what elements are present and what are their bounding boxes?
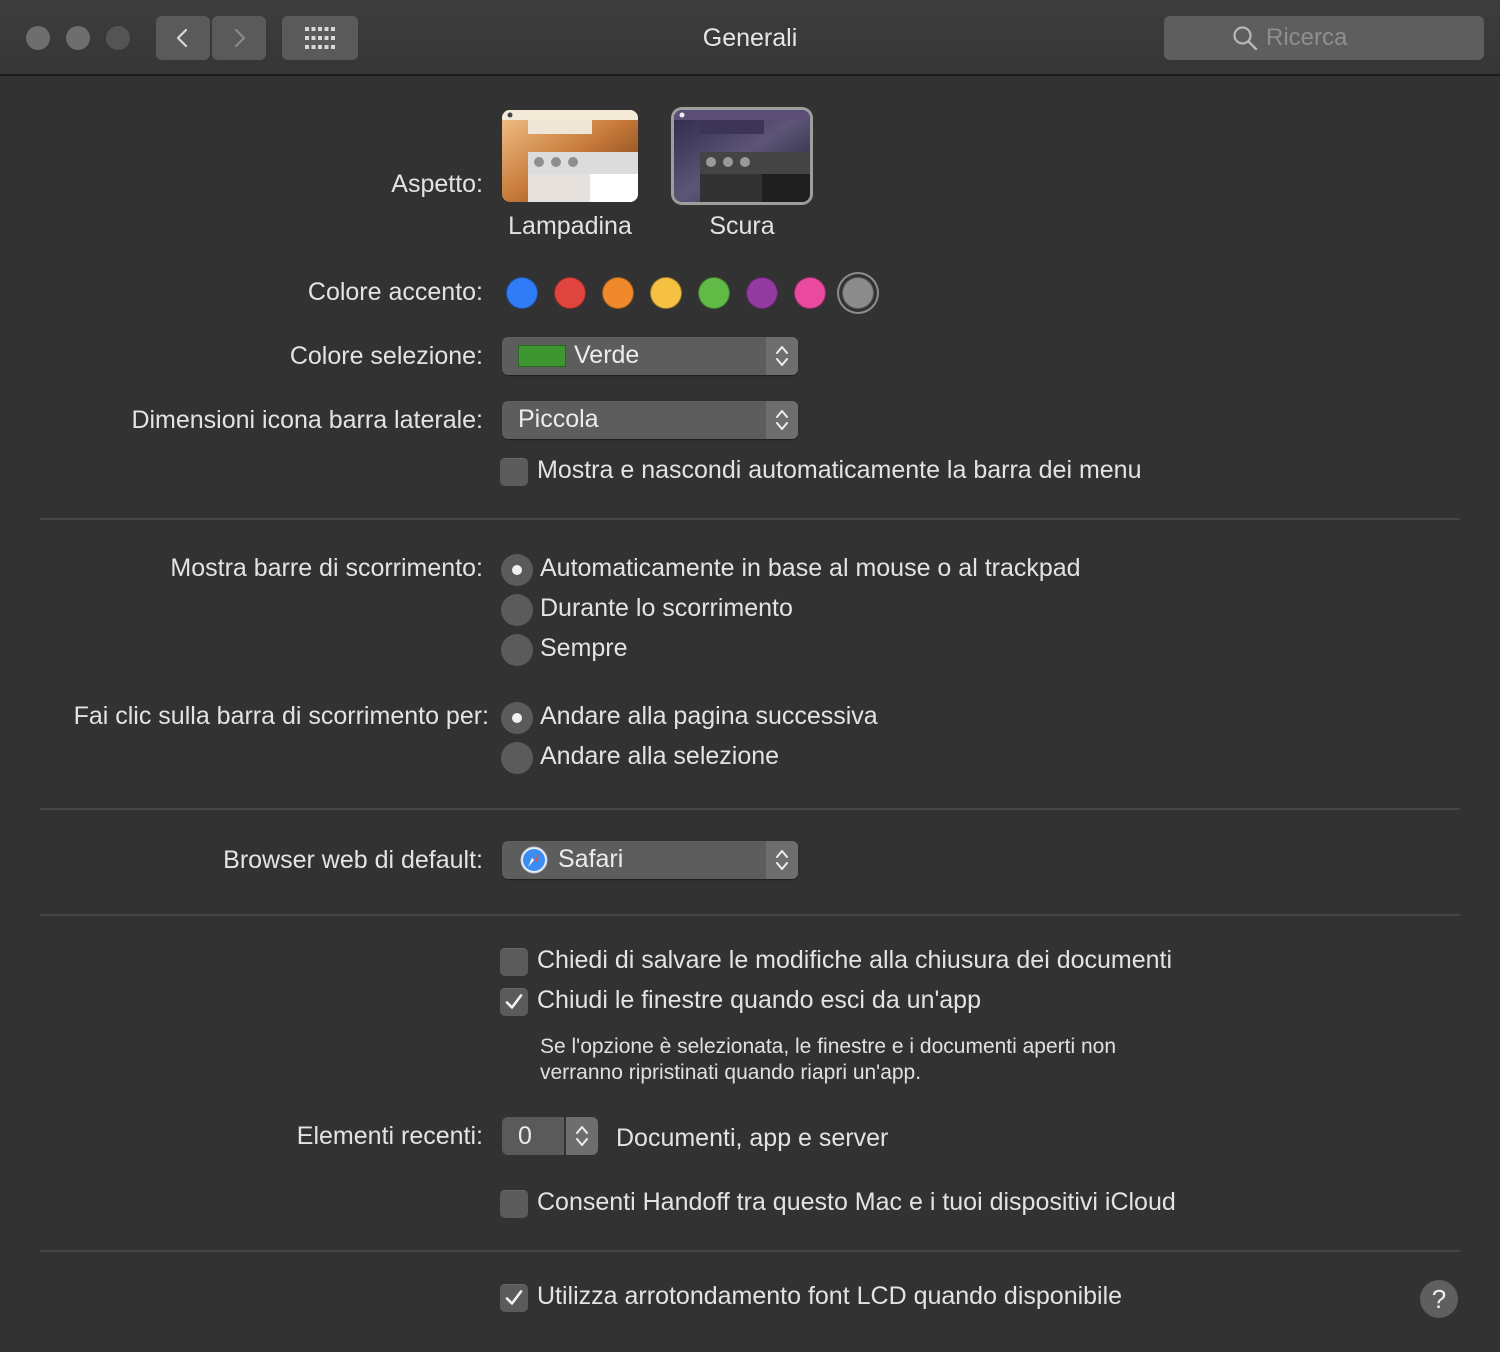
appearance-light-thumbnail[interactable] <box>502 110 638 202</box>
search-icon <box>1233 26 1258 51</box>
up-down-chevron-icon <box>776 410 788 430</box>
accent-color-swatch[interactable] <box>506 277 538 309</box>
accent-color-swatch[interactable] <box>794 277 826 309</box>
accent-color-swatch[interactable] <box>698 277 730 309</box>
accent-color-label: Colore accento: <box>307 278 483 306</box>
default-browser-popup[interactable]: Safari <box>502 841 798 879</box>
highlight-color-popup[interactable]: Verde <box>502 337 798 375</box>
default-browser-value: Safari <box>558 845 624 873</box>
highlight-color-value: Verde <box>574 341 640 369</box>
appearance-label: Aspetto: <box>391 170 483 198</box>
safari-compass-icon <box>520 846 548 874</box>
sidebar-icon-size-value: Piccola <box>518 405 599 433</box>
default-browser-label: Browser web di default: <box>223 846 483 874</box>
appearance-light-label[interactable]: Lampadina <box>500 212 640 241</box>
separator <box>40 518 1460 520</box>
scrollbars-always-radio[interactable] <box>501 634 533 666</box>
up-down-chevron-icon <box>576 1126 588 1146</box>
lcd-smoothing-label[interactable]: Utilizza arrotondamento font LCD quando … <box>537 1282 1122 1311</box>
scrollbars-auto-radio[interactable] <box>501 554 533 586</box>
accent-color-swatch[interactable] <box>602 277 634 309</box>
accent-color-swatch[interactable] <box>554 277 586 309</box>
checkmark-icon <box>505 1290 523 1305</box>
search-input[interactable] <box>1266 24 1416 52</box>
help-button[interactable]: ? <box>1420 1280 1458 1318</box>
close-windows-note-line1: Se l'opzione è selezionata, le finestre … <box>540 1035 1117 1058</box>
popup-arrows <box>766 841 798 879</box>
light-mode-preview-icon <box>502 110 638 202</box>
scrollbars-scrolling-label[interactable]: Durante lo scorrimento <box>540 594 793 623</box>
close-window-button[interactable] <box>26 26 50 50</box>
highlight-color-swatch <box>518 345 566 367</box>
radio-selected-dot <box>512 565 522 575</box>
separator <box>40 1250 1460 1252</box>
chevron-right-icon <box>234 28 246 48</box>
show-all-button[interactable] <box>282 16 358 60</box>
popup-arrows <box>766 401 798 439</box>
scroll-click-next-page-label[interactable]: Andare alla pagina successiva <box>540 702 878 731</box>
recent-items-stepper[interactable] <box>566 1117 598 1155</box>
close-windows-note: Se l'opzione è selezionata, le finestre … <box>540 1034 1240 1086</box>
checkmark-icon <box>505 994 523 1009</box>
scrollbars-always-label[interactable]: Sempre <box>540 634 628 663</box>
ask-save-changes-checkbox[interactable] <box>500 948 528 976</box>
dark-mode-preview-icon <box>674 110 810 202</box>
close-windows-label[interactable]: Chiudi le finestre quando esci da un'app <box>537 986 981 1015</box>
separator <box>40 808 1460 810</box>
popup-arrows <box>766 337 798 375</box>
ask-save-changes-label[interactable]: Chiedi di salvare le modifiche alla chiu… <box>537 946 1172 975</box>
handoff-checkbox[interactable] <box>500 1190 528 1218</box>
handoff-label[interactable]: Consenti Handoff tra questo Mac e i tuoi… <box>537 1188 1176 1217</box>
zoom-window-button[interactable] <box>106 26 130 50</box>
accent-color-swatch[interactable] <box>842 277 874 309</box>
menubar-autohide-checkbox[interactable] <box>500 458 528 486</box>
chevron-left-icon <box>176 28 188 48</box>
back-button[interactable] <box>156 16 210 60</box>
appearance-dark-thumbnail[interactable] <box>674 110 810 202</box>
menubar-autohide-label[interactable]: Mostra e nascondi automaticamente la bar… <box>537 456 1142 485</box>
sidebar-icon-size-popup[interactable]: Piccola <box>502 401 798 439</box>
up-down-chevron-icon <box>776 346 788 366</box>
highlight-color-label: Colore selezione: <box>289 342 483 370</box>
show-scrollbars-label: Mostra barre di scorrimento: <box>170 554 483 582</box>
scroll-click-next-page-radio[interactable] <box>501 702 533 734</box>
navigation-buttons <box>156 16 266 60</box>
minimize-window-button[interactable] <box>66 26 90 50</box>
scroll-click-label: Fai clic sulla barra di scorrimento per: <box>73 702 489 730</box>
grid-icon <box>305 27 335 49</box>
lcd-smoothing-checkbox[interactable] <box>500 1284 528 1312</box>
recent-items-suffix: Documenti, app e server <box>616 1124 889 1152</box>
title-bar: Generali <box>0 0 1500 76</box>
scroll-click-spot-label[interactable]: Andare alla selezione <box>540 742 779 771</box>
search-field[interactable] <box>1164 16 1484 60</box>
accent-color-swatch[interactable] <box>650 277 682 309</box>
recent-items-field[interactable] <box>502 1117 564 1155</box>
separator <box>40 914 1460 916</box>
forward-button[interactable] <box>212 16 266 60</box>
radio-selected-dot <box>512 713 522 723</box>
appearance-dark-label[interactable]: Scura <box>672 212 812 241</box>
recent-items-input[interactable] <box>502 1117 564 1155</box>
recent-items-label: Elementi recenti: <box>296 1122 483 1150</box>
up-down-chevron-icon <box>776 850 788 870</box>
close-windows-note-line2: verranno ripristinati quando riapri un'a… <box>540 1061 922 1084</box>
accent-color-swatch[interactable] <box>746 277 778 309</box>
scroll-click-spot-radio[interactable] <box>501 742 533 774</box>
sidebar-icon-size-label: Dimensioni icona barra laterale: <box>131 406 483 434</box>
scrollbars-scrolling-radio[interactable] <box>501 594 533 626</box>
close-windows-checkbox[interactable] <box>500 988 528 1016</box>
scrollbars-auto-label[interactable]: Automaticamente in base al mouse o al tr… <box>540 554 1081 583</box>
